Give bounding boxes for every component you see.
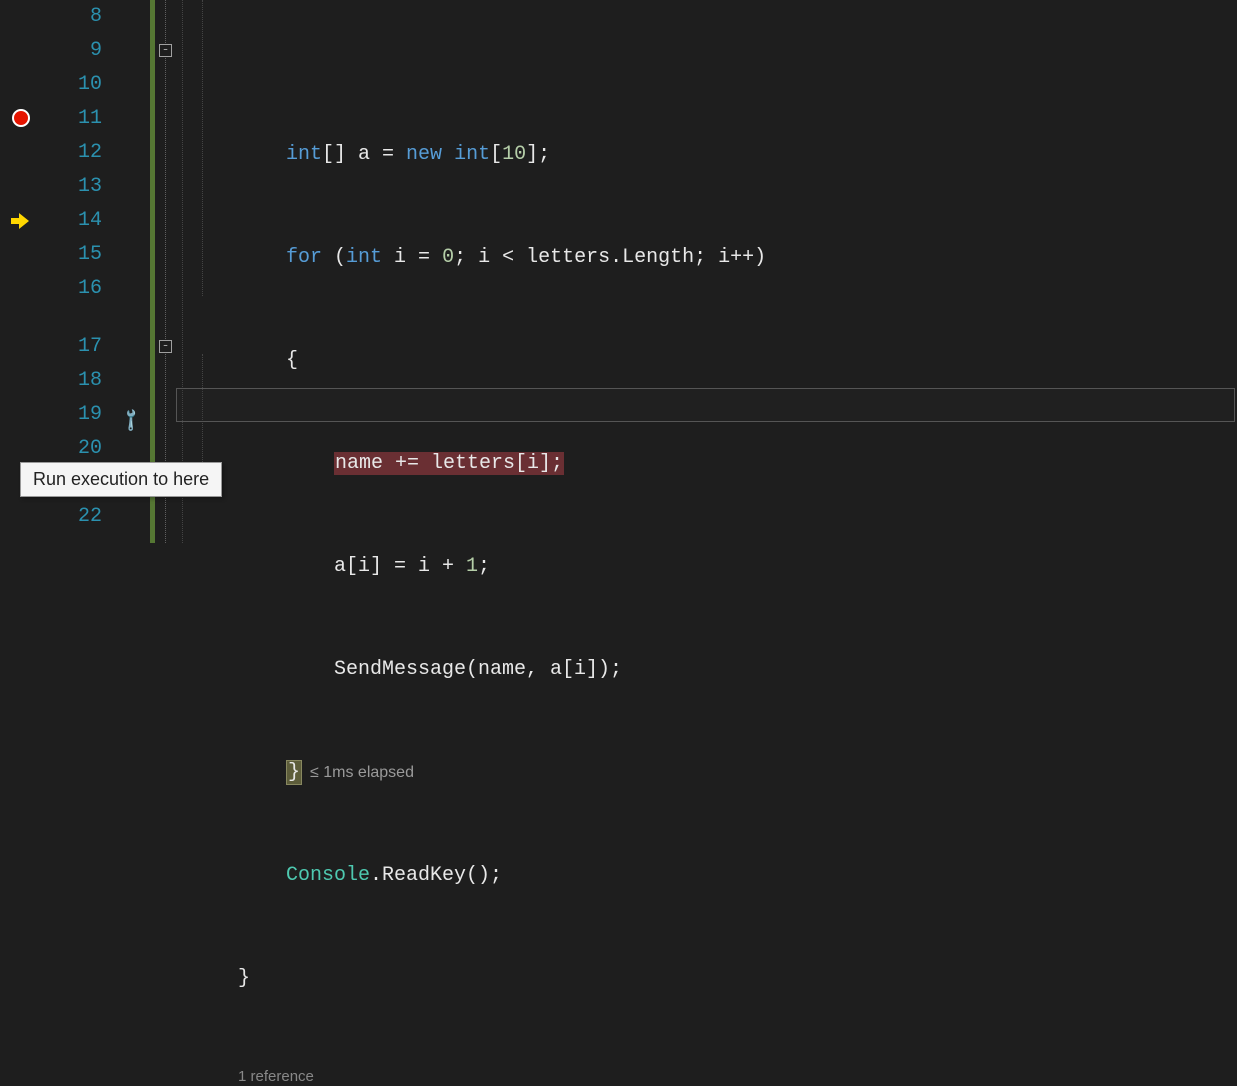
line-number: 18	[44, 364, 102, 398]
code-line[interactable]: name += letters[i];	[238, 447, 1237, 481]
line-number: 8	[44, 0, 102, 34]
line-number: 20	[44, 432, 102, 466]
line-number: 13	[44, 170, 102, 204]
codelens[interactable]: 1 reference	[238, 1065, 1237, 1086]
line-number: 17	[44, 330, 102, 364]
code-line[interactable]: } ≤ 1ms elapsed	[238, 756, 1237, 790]
code-line[interactable]: for (int i = 0; i < letters.Length; i++)	[238, 241, 1237, 275]
code-line[interactable]: int[] a = new int[10];	[238, 138, 1237, 172]
code-line[interactable]: Console.ReadKey();	[238, 859, 1237, 893]
fold-toggle-icon[interactable]: -	[159, 44, 172, 57]
code-line[interactable]: SendMessage(name, a[i]);	[238, 653, 1237, 687]
line-number: 11	[44, 102, 102, 136]
code-line[interactable]: a[i] = i + 1;	[238, 550, 1237, 584]
line-number: 19	[44, 398, 102, 432]
fold-toggle-icon[interactable]: -	[159, 340, 172, 353]
highlighted-statement: name += letters[i];	[334, 452, 564, 475]
current-line-highlight	[176, 388, 1235, 422]
line-number: 15	[44, 238, 102, 272]
line-number: 14	[44, 204, 102, 238]
perf-tip[interactable]: ≤ 1ms elapsed	[310, 764, 414, 781]
line-number: 9	[44, 34, 102, 68]
code-line[interactable]: {	[238, 344, 1237, 378]
tooltip: Run execution to here	[20, 462, 222, 497]
line-number: 16	[44, 272, 102, 306]
line-number: 22	[44, 500, 102, 534]
code-line[interactable]: }	[238, 962, 1237, 996]
matched-brace: }	[286, 760, 302, 785]
line-number: 10	[44, 68, 102, 102]
breakpoint-icon[interactable]	[12, 109, 30, 127]
code-area[interactable]: int[] a = new int[10]; for (int i = 0; i…	[238, 0, 1237, 543]
line-number: 12	[44, 136, 102, 170]
